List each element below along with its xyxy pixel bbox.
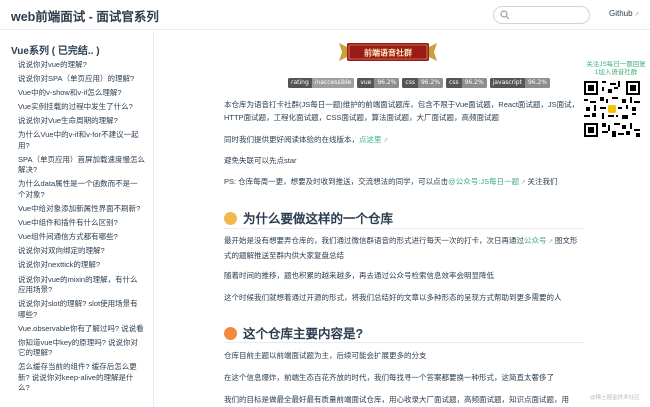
site-title[interactable]: web前端面试 - 面试官系列 <box>11 6 159 25</box>
wechat-account-link-2[interactable]: 公众号 <box>524 236 547 245</box>
why-paragraph-2: 随着时间的推移，题也积累的越来越多，再去通过公众号检索信息效率会明显降低 <box>224 271 494 280</box>
section-heading-content: 这个仓库主要内容是? <box>224 323 584 342</box>
why-paragraph-3: 这个时候我们就想着通过开源的形式，将我们总结好的文章以多种形态的呈现方式帮助到更… <box>224 293 562 302</box>
javascript-badge: javascript 96.2% <box>489 78 551 88</box>
github-link-label: Github <box>609 9 633 18</box>
sidebar-item[interactable]: SPA（单页应用）首屏加载速度慢怎么解决? <box>0 153 153 178</box>
content-paragraph-3: 我们的目标是做最全最好最有质量前端面试仓库，用心收录大厂面试题，高频面试题，知识… <box>224 395 569 404</box>
wechat-account-link[interactable]: @公众号:JS每日一题 <box>448 177 519 186</box>
badge-row: rating inaccessible vue 96.2% css 96.2% css 96.… <box>288 78 553 88</box>
sidebar-item[interactable]: Vue中的v-show和v-if怎么理解? <box>0 86 153 100</box>
sidebar-item[interactable]: Vue.observable你有了解过吗? 说说看 <box>0 322 153 336</box>
qr-code-image <box>584 81 640 137</box>
sidebar-item[interactable]: 说说你对slot的理解? slot使用场景有哪些? <box>0 297 153 322</box>
search-box[interactable] <box>493 6 590 24</box>
sidebar: Vue系列 ( 已完结.. ) 说说你对vue的理解? 说说你对SPA（单页应用… <box>0 31 154 407</box>
qr-caption: 关注JS每日一题回复1加入语音社群 <box>586 61 646 76</box>
clown-emoji-icon <box>224 327 237 340</box>
rating-badge: rating inaccessible <box>288 78 355 88</box>
sidebar-item[interactable]: 说说你对SPA（单页应用）的理解? <box>0 72 153 86</box>
watermark: @稀土掘金技术社区 <box>590 395 640 401</box>
community-banner: 前端语音社群 <box>339 43 437 61</box>
heading-divider <box>224 342 584 343</box>
vue-badge: vue 96.2% <box>357 78 400 88</box>
css-badge-2: css 96.2% <box>446 78 487 88</box>
sidebar-item[interactable]: 说说你对vue的mixin的理解，有什么应用场景? <box>0 273 153 298</box>
external-link-icon: ↗ <box>632 12 640 18</box>
banner-text: 前端语音社群 <box>364 48 412 58</box>
github-link[interactable]: Github ↗ <box>609 9 639 18</box>
sidebar-item[interactable]: 说说你对nexttick的理解? <box>0 259 153 273</box>
sidebar-item[interactable]: Vue实例挂载的过程中发生了什么? <box>0 100 153 114</box>
online-version-link[interactable]: 点这里 <box>359 135 382 144</box>
content-paragraph-2: 在这个信息爆炸，前端生态百花齐放的时代，我们每找寻一个答案都要换一种形式，这简直… <box>224 373 554 382</box>
sidebar-item[interactable]: Vue组件间通信方式都有哪些? <box>0 230 153 244</box>
external-link-icon: ↗ <box>519 180 528 186</box>
sidebar-item[interactable]: Vue中给对象添加新属性界面不刷新? <box>0 202 153 216</box>
why-paragraph-1: 最开始是没有想要弄仓库的，我们通过微信群语音的形式进行每天一次的打卡，次日再通过… <box>224 236 578 260</box>
ps-paragraph: PS: 仓库每周一更，想要及时收到推送，交流想法的同学，可以点击@公众号:JS每… <box>224 177 558 186</box>
search-icon <box>500 10 510 20</box>
sidebar-item[interactable]: 说说你对Vue生命周期的理解? <box>0 114 153 128</box>
sidebar-item[interactable]: 说说你对双向绑定的理解? <box>0 245 153 259</box>
heading-divider <box>224 228 584 229</box>
sidebar-item[interactable]: 为什么Vue中的v-if和v-for不建议一起用? <box>0 128 153 153</box>
sidebar-group-title[interactable]: Vue系列 ( 已完结.. ) <box>11 42 100 57</box>
sidebar-item[interactable]: 说说你对vue的理解? <box>0 58 153 72</box>
online-version-paragraph: 同时我们提供更好阅读体验的在线版本，点这里 ↗ <box>224 135 389 144</box>
search-input[interactable] <box>512 8 587 22</box>
sidebar-item[interactable]: 为什么data属性是一个函数而不是一个对象? <box>0 178 153 203</box>
star-paragraph: 避免失联可以先点star <box>224 156 297 165</box>
css-badge: css 96.2% <box>402 78 444 88</box>
top-navbar: web前端面试 - 面试官系列 Github ↗ <box>0 0 650 30</box>
section-heading-why: 为什么要做这样的一个仓库 <box>224 208 584 227</box>
main-content: 前端语音社群 rating inaccessible vue 96.2% css 96.2… <box>155 31 650 407</box>
content-paragraph-1: 仓库目前主题以前端面试题为主，后续可能会扩展更多的分支 <box>224 351 427 360</box>
sidebar-list: 说说你对vue的理解? 说说你对SPA（单页应用）的理解? Vue中的v-sho… <box>0 58 153 396</box>
external-link-icon: ↗ <box>546 239 555 245</box>
sidebar-item[interactable]: 怎么缓存当前的组件? 缓存后怎么更新? 说说你对keep-alive的理解是什么… <box>0 361 153 396</box>
external-link-icon: ↗ <box>381 138 389 144</box>
sidebar-item[interactable]: 你知道vue中key的原理吗? 说说你对它的理解? <box>0 336 153 361</box>
cowboy-emoji-icon <box>224 212 237 225</box>
sidebar-item[interactable]: Vue中组件和插件有什么区别? <box>0 216 153 230</box>
intro-paragraph: 本仓库为语音打卡社群(JS每日一题)维护的前端面试题库，包含不限于Vue面试题，… <box>224 100 580 122</box>
